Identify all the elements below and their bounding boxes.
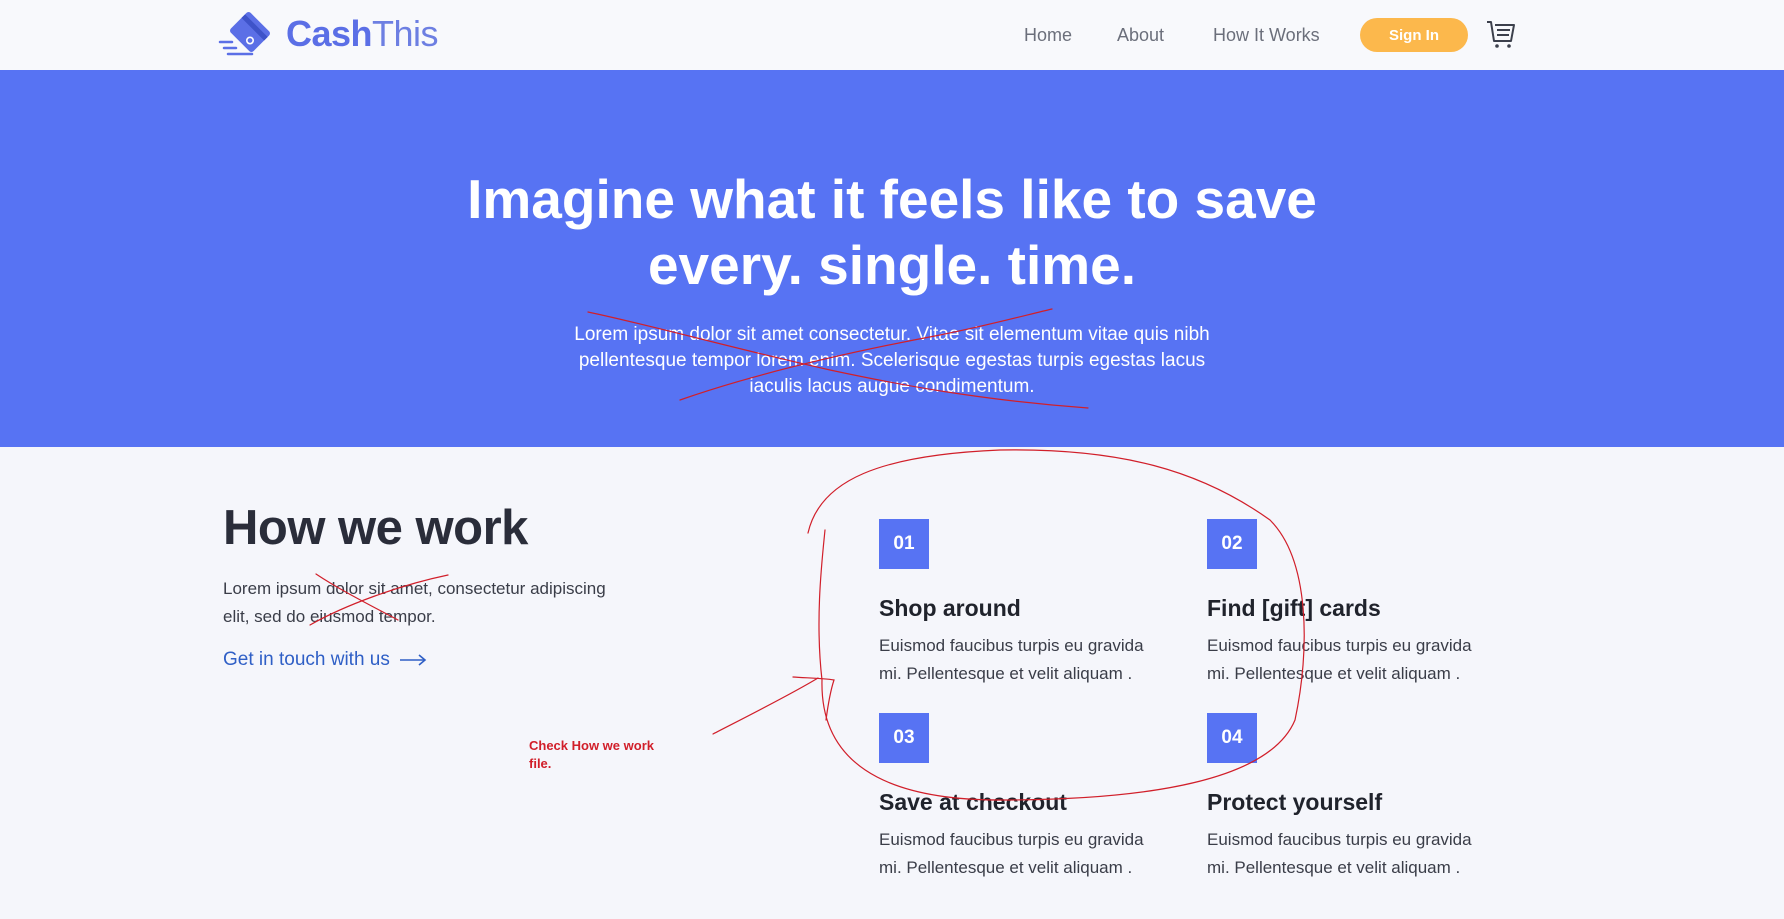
step-description: Euismod faucibus turpis eu gravida mi. P… xyxy=(1207,632,1527,688)
arrow-right-icon xyxy=(400,654,427,666)
nav-link-how-it-works[interactable]: How It Works xyxy=(1213,25,1320,46)
step-title: Save at checkout xyxy=(879,789,1067,815)
get-in-touch-link[interactable]: Get in touch with us xyxy=(223,649,427,671)
step-title: Shop around xyxy=(879,595,1021,621)
hero-description-line-1: Lorem ipsum dolor sit amet consectetur. … xyxy=(574,324,1210,345)
cart-icon[interactable] xyxy=(1486,19,1516,49)
step-description: Euismod faucibus turpis eu gravida mi. P… xyxy=(879,632,1199,688)
how-we-work-description-line-2: elit, sed do eiusmod tempor. xyxy=(223,607,436,626)
step-description-line-2: mi. Pellentesque et velit aliquam . xyxy=(879,858,1133,877)
review-note: Check How we work file. xyxy=(529,737,689,773)
step-title: Find [gift] cards xyxy=(1207,595,1381,621)
review-note-line-1: Check How we work xyxy=(529,738,654,753)
step-description-line-1: Euismod faucibus turpis eu gravida xyxy=(1207,636,1472,655)
hero-title-line-2: every. single. time. xyxy=(647,234,1137,296)
step-description-line-2: mi. Pellentesque et velit aliquam . xyxy=(1207,858,1461,877)
how-we-work-description-line-1: Lorem ipsum dolor sit amet, consectetur … xyxy=(223,579,606,598)
hero-title-line-1: Imagine what it feels like to save xyxy=(467,168,1317,230)
arrow-mark xyxy=(712,677,819,735)
hero-section: Imagine what it feels like to save every… xyxy=(0,70,1784,447)
step-number-badge: 02 xyxy=(1207,519,1257,569)
get-in-touch-label: Get in touch with us xyxy=(223,649,390,670)
step-description: Euismod faucibus turpis eu gravida mi. P… xyxy=(879,826,1199,882)
step-description-line-2: mi. Pellentesque et velit aliquam . xyxy=(879,664,1133,683)
step-description-line-1: Euismod faucibus turpis eu gravida xyxy=(879,830,1144,849)
step-description-line-1: Euismod faucibus turpis eu gravida xyxy=(879,636,1144,655)
nav-item-home[interactable]: Home xyxy=(1024,18,1072,52)
step-number-badge: 04 xyxy=(1207,713,1257,763)
how-we-work-title: How we work xyxy=(223,501,528,555)
logo-text: CashThis xyxy=(286,10,439,58)
logo-this: This xyxy=(372,13,439,54)
arrow-mark xyxy=(792,676,835,721)
step-description-line-1: Euismod faucibus turpis eu gravida xyxy=(1207,830,1472,849)
logo[interactable]: CashThis xyxy=(218,10,439,58)
hero-description: Lorem ipsum dolor sit amet consectetur. … xyxy=(520,322,1264,400)
step-number-badge: 01 xyxy=(879,519,929,569)
step-number-badge: 03 xyxy=(879,713,929,763)
nav-link-about[interactable]: About xyxy=(1117,25,1164,46)
nav-item-about[interactable]: About xyxy=(1117,18,1164,52)
nav-link-home[interactable]: Home xyxy=(1024,25,1072,46)
credit-card-logo-icon xyxy=(218,12,270,56)
step-description: Euismod faucibus turpis eu gravida mi. P… xyxy=(1207,826,1527,882)
step-description-line-2: mi. Pellentesque et velit aliquam . xyxy=(1207,664,1461,683)
logo-cash: Cash xyxy=(286,13,373,54)
hero-description-line-3: iaculis lacus augue condimentum. xyxy=(749,376,1035,397)
site-header: CashThis Home About How It Works Sign In xyxy=(0,0,1784,70)
review-note-line-2: file. xyxy=(529,756,552,771)
how-we-work-description: Lorem ipsum dolor sit amet, consectetur … xyxy=(223,575,653,631)
step-title: Protect yourself xyxy=(1207,789,1383,815)
hero-title: Imagine what it feels like to save every… xyxy=(392,166,1392,298)
hero-description-line-2: pellentesque tempor lorem enim. Sceleris… xyxy=(578,350,1206,371)
sign-in-button[interactable]: Sign In xyxy=(1360,18,1468,52)
nav-item-how-it-works[interactable]: How It Works xyxy=(1213,18,1320,52)
